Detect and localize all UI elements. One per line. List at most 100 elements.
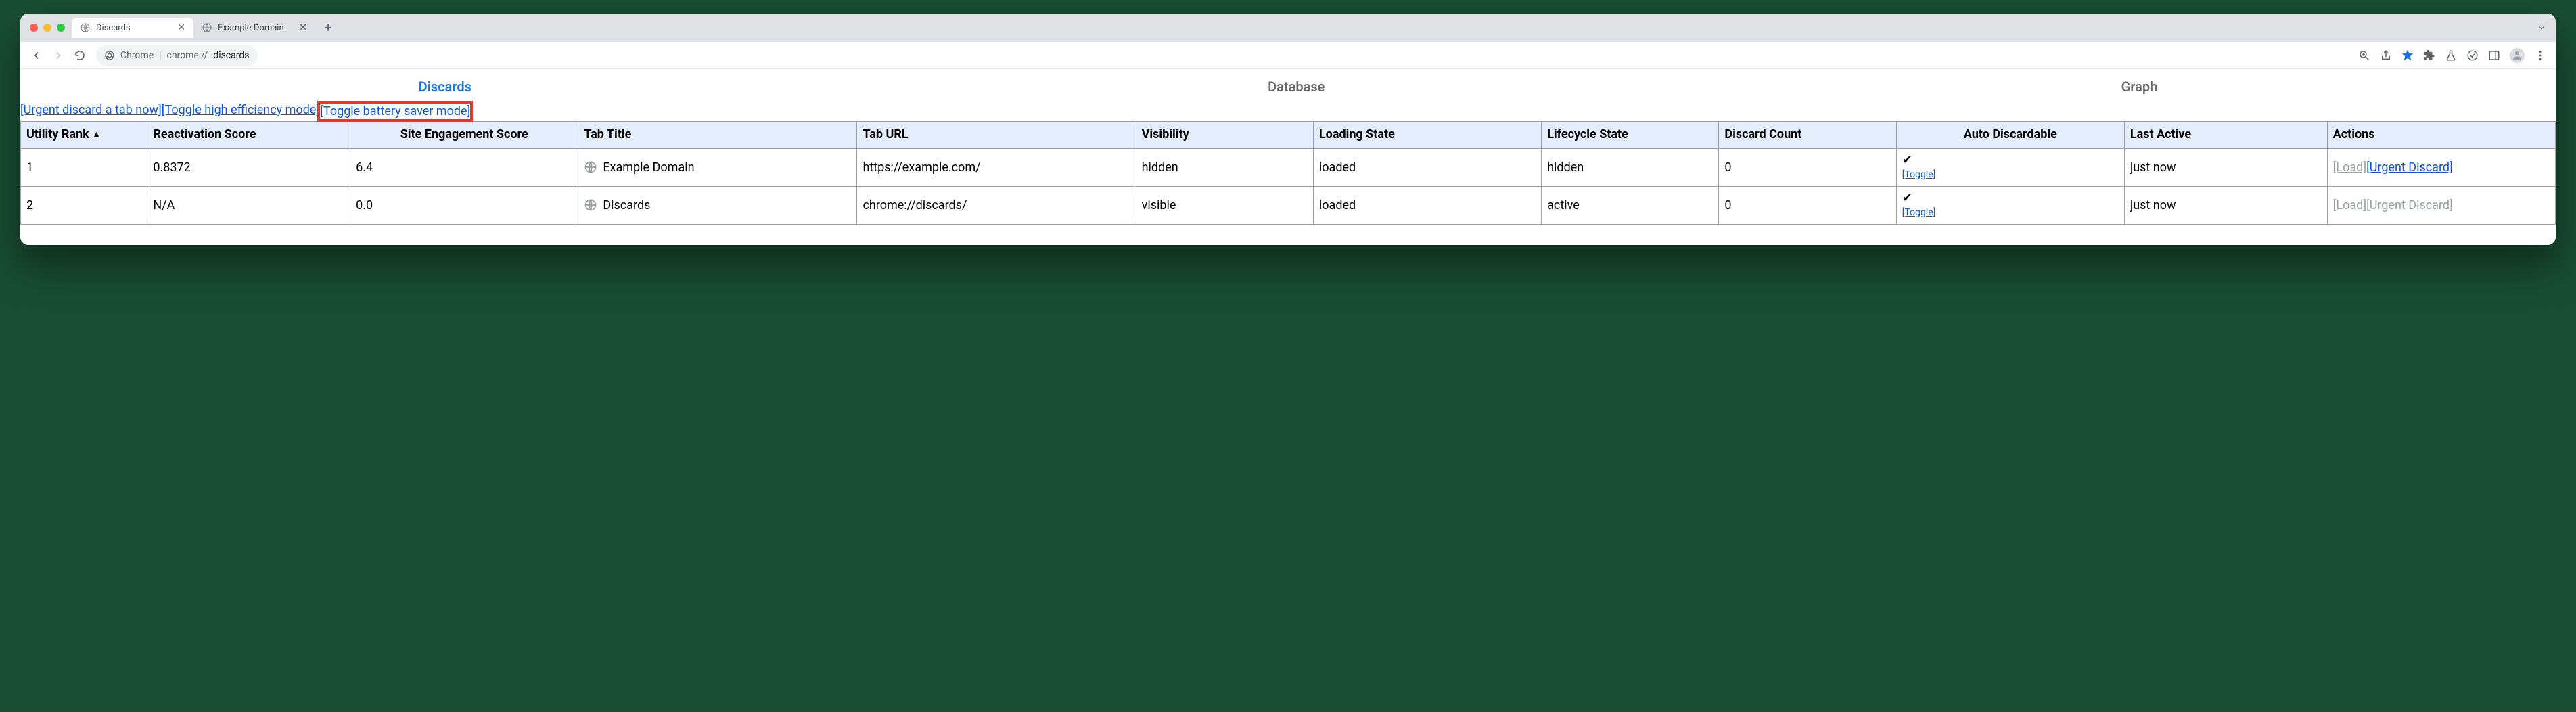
sort-ascending-icon: ▲	[92, 129, 101, 141]
cell-visibility: visible	[1136, 186, 1313, 224]
th-tab-title[interactable]: Tab Title	[578, 122, 857, 149]
address-bar[interactable]: Chrome | chrome:// discards	[96, 45, 258, 66]
urgent-discard-action-link[interactable]: [Urgent Discard]	[2366, 198, 2453, 213]
th-visibility[interactable]: Visibility	[1136, 122, 1313, 149]
auto-discardable-toggle-link[interactable]: [Toggle]	[1902, 169, 1936, 180]
menu-icon[interactable]	[2534, 49, 2546, 62]
th-last-active[interactable]: Last Active	[2124, 122, 2327, 149]
checkmark-icon: ✔	[1902, 192, 2119, 204]
page-body: Discards Database Graph [Urgent discard …	[20, 69, 2556, 245]
window-controls	[26, 24, 72, 32]
th-loading-state[interactable]: Loading State	[1313, 122, 1541, 149]
action-links: [Urgent discard a tab now][Toggle high e…	[20, 103, 2556, 121]
cell-tab-title: Example Domain	[578, 148, 857, 186]
th-actions[interactable]: Actions	[2327, 122, 2555, 149]
cell-auto-discardable: ✔ [Toggle]	[1896, 186, 2124, 224]
new-tab-button[interactable]: +	[319, 20, 337, 37]
bookmark-star-icon[interactable]	[2401, 49, 2414, 62]
zoom-icon[interactable]	[2358, 49, 2370, 62]
close-window-button[interactable]	[30, 24, 38, 32]
cell-lifecycle-state: hidden	[1542, 148, 1719, 186]
th-site-engagement-score[interactable]: Site Engagement Score	[350, 122, 578, 149]
omnibox-separator: |	[159, 50, 161, 61]
toolbar-right-icons	[2358, 48, 2549, 63]
toggle-battery-saver-link[interactable]: [Toggle battery saver mode]	[320, 104, 470, 118]
browser-tab-title: Example Domain	[218, 23, 284, 33]
cell-lifecycle-state: active	[1542, 186, 1719, 224]
cell-last-active: just now	[2124, 148, 2327, 186]
load-action-link[interactable]: [Load]	[2333, 198, 2366, 213]
browser-tab-title: Discards	[96, 23, 131, 33]
highlighted-link-box: [Toggle battery saver mode]	[319, 103, 471, 120]
cell-tab-title: Discards	[578, 186, 857, 224]
cell-discard-count: 0	[1719, 148, 1896, 186]
profile-avatar[interactable]	[2510, 48, 2525, 63]
cell-utility-rank: 1	[21, 148, 147, 186]
th-lifecycle-state[interactable]: Lifecycle State	[1542, 122, 1719, 149]
tab-graph[interactable]: Graph	[2121, 79, 2158, 95]
close-tab-icon[interactable]: ✕	[299, 22, 307, 33]
cell-auto-discardable: ✔ [Toggle]	[1896, 148, 2124, 186]
browser-tabs: Discards ✕ Example Domain ✕ +	[72, 14, 337, 42]
omnibox-url-muted: chrome://	[167, 50, 208, 61]
th-tab-url[interactable]: Tab URL	[857, 122, 1136, 149]
cell-reactivation-score: N/A	[147, 186, 350, 224]
globe-icon	[202, 22, 212, 33]
cell-loading-state: loaded	[1313, 186, 1541, 224]
cell-tab-url: https://example.com/	[857, 148, 1136, 186]
tab-database[interactable]: Database	[1268, 79, 1325, 95]
cell-discard-count: 0	[1719, 186, 1896, 224]
th-discard-count[interactable]: Discard Count	[1719, 122, 1896, 149]
tab-overflow-button[interactable]	[2537, 23, 2550, 32]
th-label: Utility Rank	[26, 127, 89, 143]
cell-last-active: just now	[2124, 186, 2327, 224]
table-header-row: Utility Rank ▲ Reactivation Score Site E…	[21, 122, 2556, 149]
side-panel-icon[interactable]	[2488, 49, 2500, 62]
cell-visibility: hidden	[1136, 148, 1313, 186]
chrome-icon	[104, 50, 115, 61]
globe-icon	[584, 198, 597, 212]
minimize-window-button[interactable]	[43, 24, 51, 32]
forward-button[interactable]	[49, 46, 68, 65]
cell-loading-state: loaded	[1313, 148, 1541, 186]
tab-discards[interactable]: Discards	[419, 79, 472, 95]
urgent-discard-link[interactable]: [Urgent discard a tab now]	[20, 103, 162, 120]
close-tab-icon[interactable]: ✕	[177, 22, 185, 33]
labs-icon[interactable]	[2445, 49, 2457, 62]
back-button[interactable]	[27, 46, 46, 65]
titlebar: Discards ✕ Example Domain ✕ +	[20, 14, 2556, 42]
toolbar: Chrome | chrome:// discards	[20, 42, 2556, 69]
cell-actions: [Load][Urgent Discard]	[2327, 186, 2555, 224]
cell-site-engagement-score: 6.4	[350, 148, 578, 186]
update-icon[interactable]	[2466, 49, 2479, 62]
reload-button[interactable]	[70, 46, 89, 65]
globe-icon	[80, 22, 91, 33]
browser-tab-discards[interactable]: Discards ✕	[72, 18, 193, 38]
toggle-high-efficiency-link[interactable]: [Toggle high efficiency mode]	[162, 103, 319, 120]
th-auto-discardable[interactable]: Auto Discardable	[1896, 122, 2124, 149]
omnibox-prefix: Chrome	[120, 50, 154, 61]
share-icon[interactable]	[2380, 49, 2392, 62]
discards-table: Utility Rank ▲ Reactivation Score Site E…	[20, 121, 2556, 225]
urgent-discard-action-link[interactable]: [Urgent Discard]	[2366, 160, 2453, 175]
cell-tab-url: chrome://discards/	[857, 186, 1136, 224]
extensions-icon[interactable]	[2423, 49, 2435, 62]
cell-utility-rank: 2	[21, 186, 147, 224]
omnibox-url-bold: discards	[213, 50, 249, 61]
globe-icon	[584, 160, 597, 174]
cell-tab-title-text: Discards	[603, 198, 650, 213]
cell-actions: [Load][Urgent Discard]	[2327, 148, 2555, 186]
checkmark-icon: ✔	[1902, 154, 2119, 166]
maximize-window-button[interactable]	[57, 24, 65, 32]
load-action-link[interactable]: [Load]	[2333, 160, 2366, 175]
auto-discardable-toggle-link[interactable]: [Toggle]	[1902, 207, 1936, 218]
table-row: 2 N/A 0.0 Discards chrome://discards/ vi…	[21, 186, 2556, 224]
cell-tab-title-text: Example Domain	[603, 160, 694, 175]
table-row: 1 0.8372 6.4 Example Domain https://exam…	[21, 148, 2556, 186]
th-reactivation-score[interactable]: Reactivation Score	[147, 122, 350, 149]
page-tabs: Discards Database Graph	[20, 69, 2556, 103]
browser-tab-example[interactable]: Example Domain ✕	[193, 18, 315, 38]
cell-site-engagement-score: 0.0	[350, 186, 578, 224]
cell-reactivation-score: 0.8372	[147, 148, 350, 186]
th-utility-rank[interactable]: Utility Rank ▲	[21, 122, 147, 149]
